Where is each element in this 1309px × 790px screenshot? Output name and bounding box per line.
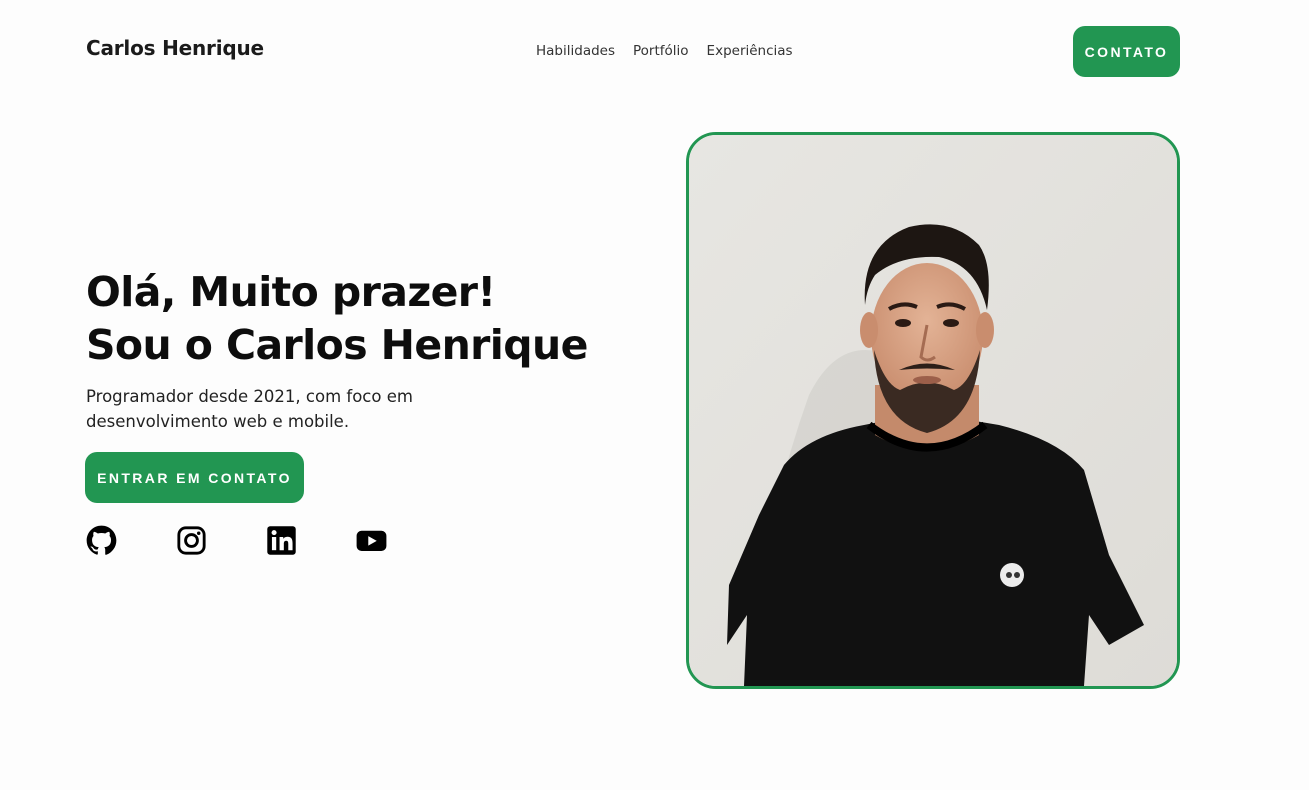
youtube-icon[interactable] <box>356 525 387 556</box>
github-icon[interactable] <box>86 525 117 556</box>
get-in-touch-button[interactable]: ENTRAR EM CONTATO <box>85 452 304 503</box>
nav-item-habilidades[interactable]: Habilidades <box>536 43 615 59</box>
site-header: Carlos Henrique Habilidades Portfólio Ex… <box>0 0 1309 100</box>
contact-button[interactable]: CONTATO <box>1073 26 1180 77</box>
social-links <box>86 525 387 556</box>
nav-item-experiencias[interactable]: Experiências <box>707 43 793 59</box>
hero-title: Olá, Muito prazer! Sou o Carlos Henrique <box>86 266 588 372</box>
hero-title-line-1: Olá, Muito prazer! <box>86 268 496 316</box>
linkedin-icon[interactable] <box>266 525 297 556</box>
nav-item-portfolio[interactable]: Portfólio <box>633 43 689 59</box>
instagram-icon[interactable] <box>176 525 207 556</box>
hero-subtitle: Programador desde 2021, com foco em dese… <box>86 387 413 431</box>
hero-title-line-2: Sou o Carlos Henrique <box>86 321 588 369</box>
main-nav: Habilidades Portfólio Experiências <box>536 43 793 59</box>
profile-photo <box>686 132 1180 689</box>
brand-logo[interactable]: Carlos Henrique <box>86 36 264 60</box>
